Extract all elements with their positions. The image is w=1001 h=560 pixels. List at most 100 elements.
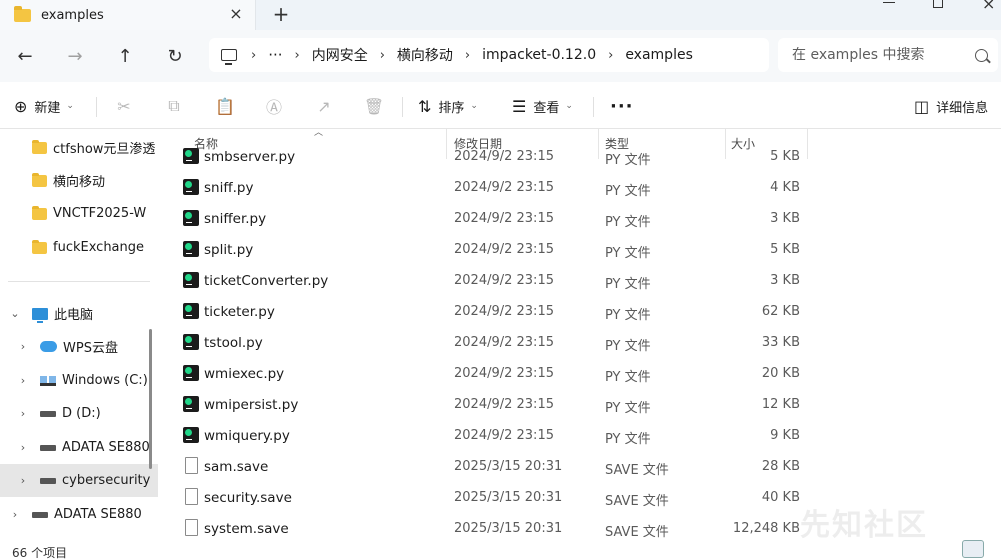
refresh-button[interactable]: ↻ bbox=[162, 43, 188, 69]
back-button[interactable]: ← bbox=[12, 43, 38, 69]
maximize-icon[interactable] bbox=[933, 0, 943, 8]
file-row[interactable]: sniffer.py 2024/9/2 23:15 PY 文件 3 KB bbox=[174, 204, 814, 235]
chevron-right-icon[interactable]: › bbox=[465, 48, 470, 63]
file-row[interactable]: wmiquery.py 2024/9/2 23:15 PY 文件 9 KB bbox=[174, 421, 814, 452]
sidebar-item-adata[interactable]: › ADATA SE880 bbox=[0, 431, 158, 464]
chevron-right-icon[interactable]: › bbox=[608, 48, 613, 63]
sidebar-item-label: D (D:) bbox=[62, 406, 101, 421]
file-name: smbserver.py bbox=[204, 149, 296, 165]
file-row[interactable]: wmiexec.py 2024/9/2 23:15 PY 文件 20 KB bbox=[174, 359, 814, 390]
search-input[interactable] bbox=[792, 47, 962, 63]
sidebar-item-folder[interactable]: ctfshow元旦渗透 bbox=[0, 131, 158, 164]
file-type: PY 文件 bbox=[605, 401, 651, 416]
file-date: 2025/3/15 20:31 bbox=[454, 459, 563, 474]
file-size: 3 KB bbox=[770, 273, 800, 288]
view-lines-icon: ☰ bbox=[512, 96, 527, 116]
file-list: ︿ 名称 修改日期 类型 大小 smbserver.py 2024/9/2 23:… bbox=[174, 129, 1001, 560]
breadcrumb-item[interactable]: 横向移动 bbox=[397, 45, 453, 65]
computer-icon bbox=[32, 307, 48, 323]
chevron-right-icon[interactable]: › bbox=[380, 48, 385, 63]
file-type: PY 文件 bbox=[605, 215, 651, 230]
file-row[interactable]: security.save 2025/3/15 20:31 SAVE 文件 40 KB bbox=[174, 483, 814, 514]
sidebar-scrollbar[interactable] bbox=[149, 329, 152, 469]
minimize-icon[interactable] bbox=[883, 0, 897, 10]
up-button[interactable]: ↑ bbox=[112, 43, 138, 69]
file-size: 33 KB bbox=[761, 335, 800, 350]
file-row[interactable]: smbserver.py 2024/9/2 23:15 PY 文件 5 KB bbox=[174, 142, 814, 173]
breadcrumb-item[interactable]: impacket-0.12.0 bbox=[482, 47, 596, 63]
sidebar-item-adata-2[interactable]: › ADATA SE880 bbox=[0, 498, 158, 531]
chevron-right-icon[interactable]: › bbox=[16, 441, 30, 454]
details-label: 详细信息 bbox=[936, 100, 989, 116]
sidebar-item-drive-c[interactable]: › Windows (C:) bbox=[0, 364, 158, 397]
sidebar-item-folder[interactable]: fuckExchange bbox=[0, 231, 158, 264]
delete-icon[interactable]: 🗑 bbox=[361, 93, 387, 119]
search-box[interactable] bbox=[778, 38, 998, 72]
sort-button[interactable]: ⇅ 排序 ⌄ bbox=[418, 93, 478, 119]
chevron-right-icon[interactable]: › bbox=[251, 48, 256, 63]
file-row[interactable]: split.py 2024/9/2 23:15 PY 文件 5 KB bbox=[174, 235, 814, 266]
details-pane-button[interactable]: ◫ 详细信息 bbox=[914, 93, 988, 119]
forward-button[interactable]: → bbox=[62, 43, 88, 69]
sidebar-item-folder[interactable]: 横向移动 bbox=[0, 164, 158, 197]
view-button[interactable]: ☰ 查看 ⌄ bbox=[512, 93, 573, 119]
folder-icon bbox=[32, 205, 47, 220]
sidebar-item-drive-d[interactable]: › D (D:) bbox=[0, 397, 158, 430]
breadcrumb-item-current[interactable]: examples bbox=[625, 47, 693, 63]
breadcrumb-overflow[interactable]: ··· bbox=[268, 46, 282, 64]
copy-icon[interactable]: ⧉ bbox=[161, 93, 187, 119]
chevron-right-icon[interactable]: › bbox=[16, 374, 30, 387]
file-date: 2024/9/2 23:15 bbox=[454, 180, 554, 195]
paste-icon[interactable]: 📋 bbox=[212, 93, 238, 119]
file-type: PY 文件 bbox=[605, 308, 651, 323]
pycharm-icon bbox=[183, 179, 199, 195]
cut-icon[interactable]: ✂ bbox=[111, 93, 137, 119]
sidebar-item-wps-cloud[interactable]: › WPS云盘 bbox=[0, 330, 158, 363]
chevron-right-icon[interactable]: › bbox=[16, 407, 30, 420]
address-bar[interactable]: › ··· › 内网安全 › 横向移动 › impacket-0.12.0 › … bbox=[209, 38, 769, 72]
chevron-right-icon[interactable]: › bbox=[16, 340, 30, 353]
sidebar-item-folder[interactable]: VNCTF2025-W bbox=[0, 197, 158, 230]
file-type: SAVE 文件 bbox=[605, 494, 669, 509]
file-size: 40 KB bbox=[761, 490, 800, 505]
chevron-down-icon: ⌄ bbox=[565, 101, 573, 111]
breadcrumb-item[interactable]: 内网安全 bbox=[312, 45, 368, 65]
sidebar-item-label: ADATA SE880 bbox=[54, 507, 142, 522]
tab-examples[interactable]: examples bbox=[0, 0, 256, 30]
file-type: PY 文件 bbox=[605, 432, 651, 447]
folder-icon bbox=[32, 172, 47, 187]
file-row[interactable]: ticketConverter.py 2024/9/2 23:15 PY 文件 3 K… bbox=[174, 266, 814, 297]
tab-title: examples bbox=[41, 7, 104, 23]
file-row[interactable]: ticketer.py 2024/9/2 23:15 PY 文件 62 KB bbox=[174, 297, 814, 328]
details-view-icon[interactable] bbox=[962, 540, 984, 558]
search-icon[interactable] bbox=[975, 48, 988, 62]
share-icon[interactable]: ↗ bbox=[311, 93, 337, 119]
rename-icon[interactable]: Ⓐ bbox=[261, 93, 287, 119]
file-row[interactable]: wmipersist.py 2024/9/2 23:15 PY 文件 12 KB bbox=[174, 390, 814, 421]
chevron-right-icon[interactable]: › bbox=[8, 508, 22, 521]
window-close-icon[interactable]: × bbox=[982, 0, 995, 13]
file-row[interactable]: sam.save 2025/3/15 20:31 SAVE 文件 28 KB bbox=[174, 452, 814, 483]
file-name: ticketConverter.py bbox=[204, 273, 329, 289]
file-row[interactable]: tstool.py 2024/9/2 23:15 PY 文件 33 KB bbox=[174, 328, 814, 359]
file-type: PY 文件 bbox=[605, 277, 651, 292]
sidebar-item-this-pc[interactable]: ⌄ 此电脑 bbox=[0, 297, 158, 330]
file-row[interactable]: sniff.py 2024/9/2 23:15 PY 文件 4 KB bbox=[174, 173, 814, 204]
file-name: wmiquery.py bbox=[204, 428, 290, 444]
sort-icon: ⇅ bbox=[418, 96, 432, 116]
drive-icon bbox=[40, 444, 56, 451]
chevron-down-icon[interactable]: ⌄ bbox=[8, 307, 22, 320]
watermark: 先知社区 bbox=[800, 508, 928, 543]
more-options-button[interactable]: ··· bbox=[610, 93, 634, 119]
drive-icon bbox=[32, 511, 48, 518]
close-tab-icon[interactable]: × bbox=[226, 4, 246, 24]
file-name: tstool.py bbox=[204, 335, 263, 351]
new-button[interactable]: ⊕ 新建 ⌄ bbox=[14, 93, 74, 119]
this-pc-icon[interactable] bbox=[221, 49, 237, 65]
chevron-right-icon[interactable]: › bbox=[16, 474, 30, 487]
file-name: split.py bbox=[204, 242, 254, 258]
pycharm-icon bbox=[183, 272, 199, 288]
sidebar-item-cybersecurity[interactable]: › cybersecurity bbox=[0, 464, 158, 497]
sidebar-item-label: fuckExchange bbox=[53, 240, 145, 255]
new-tab-button[interactable]: + bbox=[270, 4, 292, 26]
